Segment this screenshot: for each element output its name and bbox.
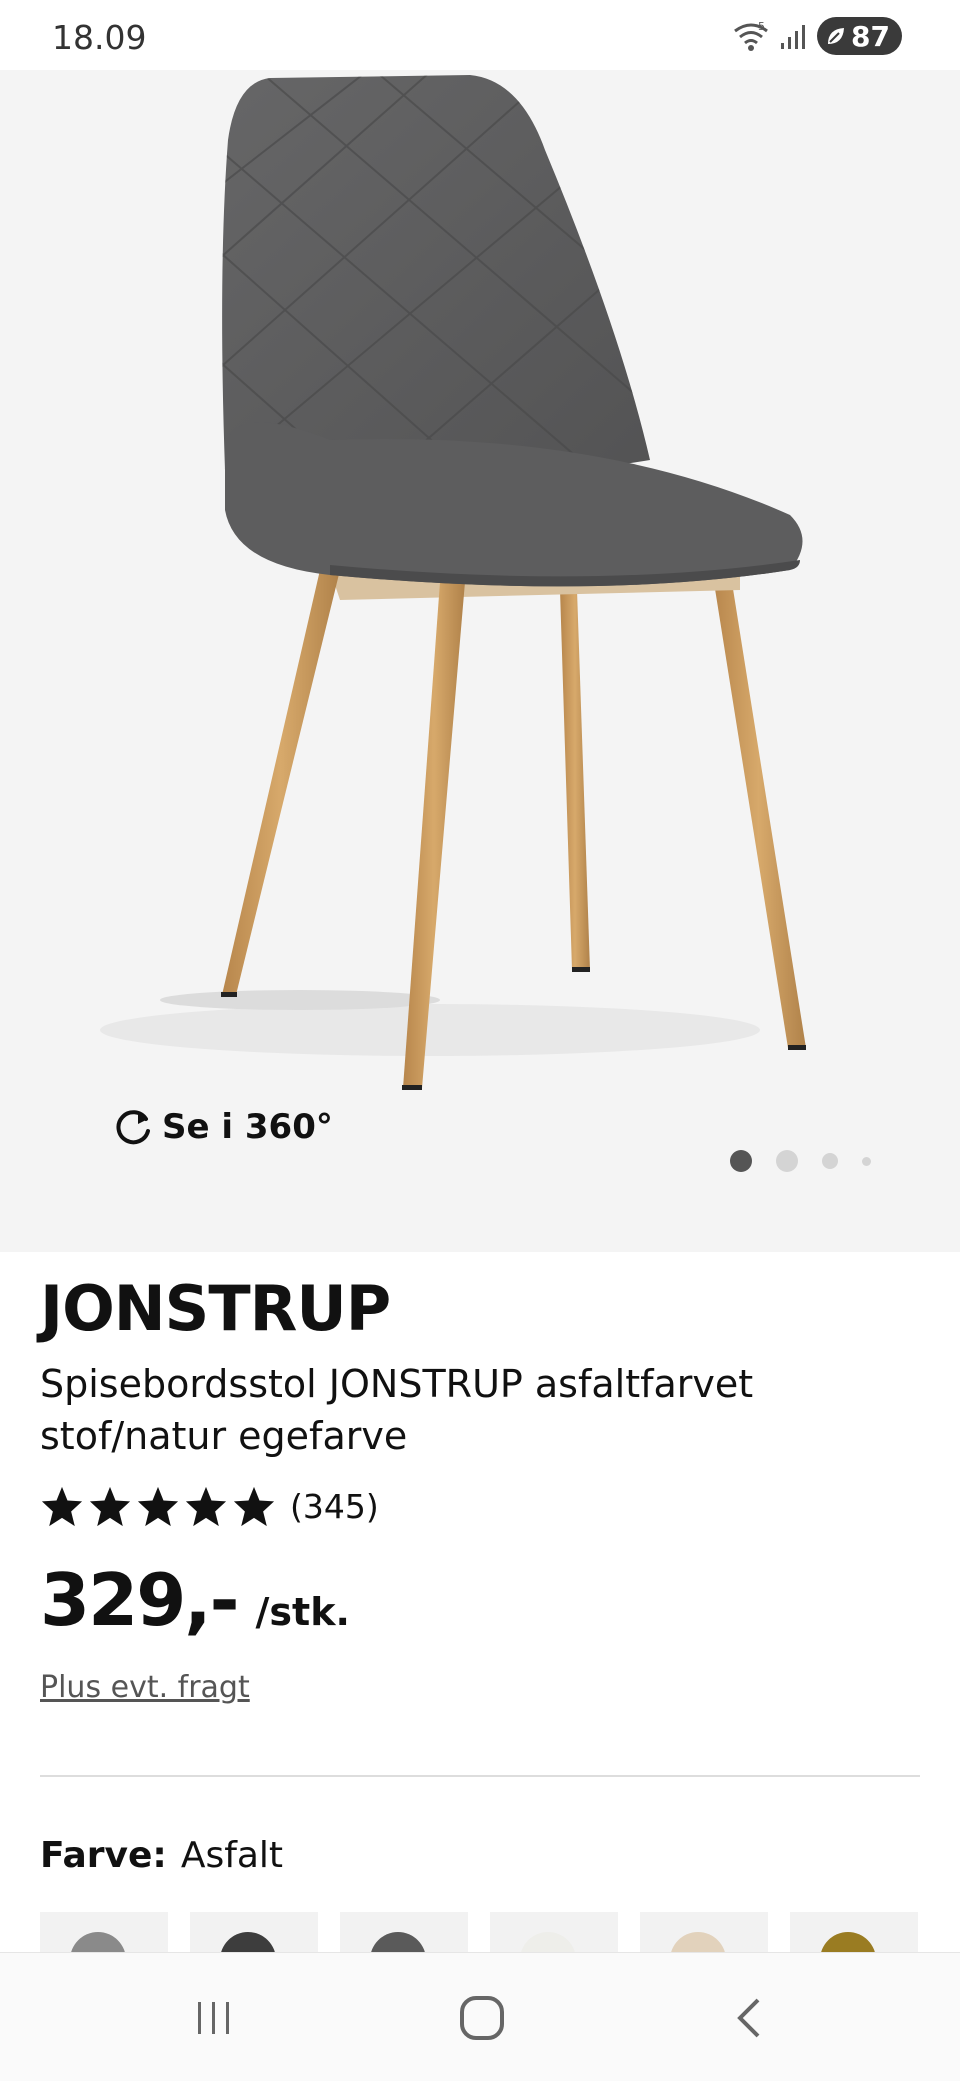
home-button[interactable] — [442, 1983, 522, 2053]
product-info: JONSTRUP Spisebordsstol JONSTRUP asfaltf… — [40, 1270, 920, 1705]
wifi-icon: 5 — [734, 20, 768, 51]
star-icon — [233, 1486, 275, 1527]
recent-apps-icon — [198, 2002, 229, 2034]
product-brand: JONSTRUP — [40, 1272, 391, 1345]
recent-apps-button[interactable] — [174, 1983, 254, 2053]
color-swatch[interactable] — [640, 1912, 768, 1952]
selected-color: Asfalt — [180, 1835, 284, 1876]
product-rating[interactable]: (345) — [40, 1480, 920, 1532]
price-unit: /stk. — [255, 1590, 350, 1634]
swatch-chair — [220, 1932, 276, 1952]
divider — [40, 1775, 920, 1777]
color-label: Farve: — [40, 1835, 167, 1876]
product-description: Spisebordsstol JONSTRUP asfaltfarvet sto… — [40, 1362, 754, 1458]
battery-level: 87 — [851, 19, 890, 53]
page-dot-1[interactable] — [730, 1150, 752, 1172]
swatch-chair — [820, 1932, 876, 1952]
battery-indicator: 87 — [817, 17, 902, 55]
gallery-pagination — [730, 1150, 895, 1172]
back-icon — [737, 1998, 760, 2038]
leaf-icon — [828, 28, 845, 44]
color-swatches — [40, 1912, 960, 1952]
color-selector-label: Farve: Asfalt — [40, 1835, 283, 1876]
color-swatch[interactable] — [340, 1912, 468, 1952]
swatch-chair — [70, 1932, 126, 1952]
svg-text:5: 5 — [758, 20, 765, 33]
page-dot-2[interactable] — [776, 1150, 798, 1172]
product-image-gallery[interactable]: Se i 360° — [0, 70, 960, 1252]
color-swatch[interactable] — [490, 1912, 618, 1952]
home-icon — [460, 1996, 504, 2040]
star-icon — [89, 1486, 131, 1527]
swatch-chair — [370, 1932, 426, 1952]
product-price: 329,- — [40, 1558, 240, 1642]
color-swatch[interactable] — [790, 1912, 918, 1952]
signal-icon — [781, 25, 806, 49]
price-row: 329,- /stk. — [40, 1558, 920, 1642]
color-swatch[interactable] — [40, 1912, 168, 1952]
page-dot-4[interactable] — [862, 1156, 871, 1166]
star-icon — [137, 1486, 179, 1527]
status-bar: 18.09 5 87 — [0, 0, 960, 70]
status-time: 18.09 — [52, 18, 147, 57]
swatch-chair — [670, 1932, 726, 1952]
system-navigation-bar — [0, 1952, 960, 2081]
swatch-chair — [520, 1932, 576, 1952]
view-360-button[interactable]: Se i 360° — [112, 1105, 333, 1149]
star-rating — [40, 1485, 276, 1527]
back-button[interactable] — [710, 1983, 790, 2053]
star-icon — [41, 1486, 83, 1527]
view-360-label: Se i 360° — [162, 1107, 333, 1147]
shipping-link[interactable]: Plus evt. fragt — [40, 1670, 250, 1705]
color-swatch[interactable] — [190, 1912, 318, 1952]
chair-image — [100, 75, 806, 1090]
star-icon — [185, 1486, 227, 1527]
review-count: (345) — [290, 1486, 379, 1526]
rotate-icon — [116, 1110, 150, 1145]
status-icons: 5 87 — [731, 16, 902, 56]
page-dot-3[interactable] — [822, 1153, 838, 1169]
